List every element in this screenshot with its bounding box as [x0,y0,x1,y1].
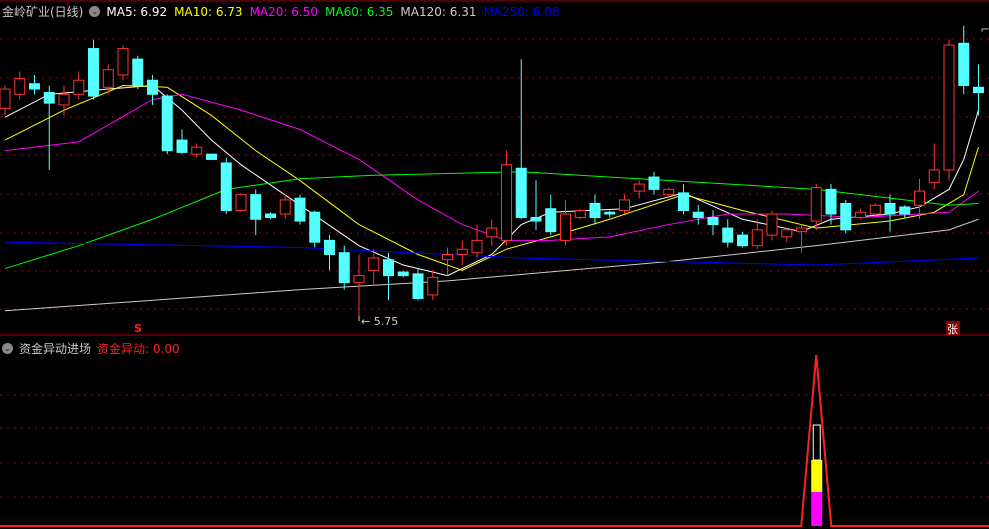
candle-up [427,276,439,296]
candle-down [722,227,734,243]
candle-up [117,48,129,76]
candle-down [737,234,748,247]
candle-down [132,58,144,87]
candle-down [265,213,276,219]
candle-up [810,187,822,222]
ma-label-2: MA20: 6.50 [249,4,318,19]
candle-down [515,167,527,219]
candle-down [958,42,970,87]
candle-down [899,206,911,215]
candle-up [471,239,483,254]
candle-down [678,192,689,211]
candle-up [368,257,380,271]
candle-up [456,248,468,255]
signal-bar-yellow [811,460,823,492]
candle-down [884,202,896,215]
candle-down [825,188,837,215]
candle-up [663,188,675,196]
candle-down [220,162,232,211]
candle-up [102,69,114,88]
candle-down [250,194,262,220]
signal-bar-magenta [811,492,823,526]
candle-down [840,202,852,231]
high-price-label: ⌐ 7 [981,23,989,36]
candle-up [0,88,11,109]
ma-line-ma20 [4,93,979,241]
candle-down [545,208,557,233]
ma-label-1: MA10: 6.73 [174,4,243,19]
candle-down [29,83,40,90]
signal-bar-white [812,424,821,461]
stock-title: 金岭矿业(日线) [2,5,84,19]
candle-up [928,169,940,183]
candle-up [191,146,203,155]
candle-down [530,217,542,222]
candle-up [73,79,85,95]
candle-up [633,183,645,192]
candle-down [412,273,424,299]
candle-down [692,211,704,219]
candle-up [353,275,365,284]
candle-up [58,93,70,106]
candle-up [14,77,26,95]
candle-down [324,239,335,255]
candle-up [235,194,247,211]
candle-down [973,86,984,94]
candle-down [206,153,217,160]
candle-down [648,176,660,190]
zhang-marker: 张 [947,323,958,336]
ma-line-ma5 [4,85,979,277]
candle-up [619,199,630,211]
candle-down [338,252,350,284]
ma-label-5: MA250: 6.08 [483,4,560,19]
candle-down [383,259,394,277]
candle-up [914,190,925,206]
low-price-label: ← 5.75 [361,315,398,328]
ma-label-3: MA60: 6.35 [325,4,394,19]
candle-up [574,209,586,219]
candle-down [604,211,616,215]
candle-up [279,199,291,215]
candle-up [751,229,763,247]
candle-down [294,197,306,222]
kline-chart[interactable]: ← 5.75 ⌐ 7 S 张 [0,0,989,529]
candle-down [176,139,188,153]
candle-down [88,48,99,97]
candle-up [766,213,778,236]
candle-up [486,227,498,238]
ma-label-0: MA5: 6.92 [106,4,168,19]
chevron-down-icon[interactable]: ⌄ [2,343,13,354]
candle-up [869,204,881,215]
signal-peak-line [0,354,989,527]
indicator-header: ⌄ 资金异动进场 资金异动: 0.00 [2,340,180,357]
candle-down [309,211,321,243]
candle-up [781,229,793,238]
candle-down [397,271,409,277]
candle-down [589,202,601,219]
candle-up [560,213,571,241]
candle-down [707,217,719,226]
candle-down [161,95,173,152]
candle-down [147,79,158,95]
candle-up [442,253,453,261]
candle-up [501,164,512,241]
candle-up [796,227,807,233]
indicator-title: 资金异动进场 [19,342,92,356]
candle-down [43,92,55,104]
candle-up [855,211,866,219]
chevron-down-icon[interactable]: ⌄ [89,6,101,17]
main-header: 金岭矿业(日线) ⌄ MA5: 6.92 MA10: 6.73 MA20: 6.50… [2,3,560,20]
indicator-value: 资金异动: 0.00 [97,342,180,356]
signal-s-marker: S [134,322,142,335]
candle-up [943,44,955,171]
ma-label-4: MA120: 6.31 [400,4,477,19]
